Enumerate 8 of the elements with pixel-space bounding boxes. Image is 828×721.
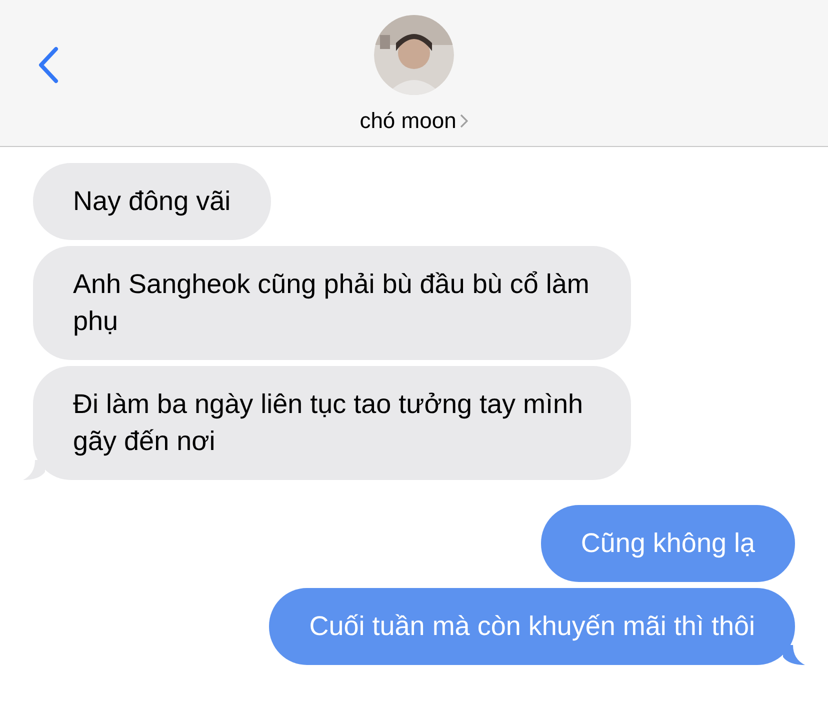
message-bubble: Cuối tuần mà còn khuyến mãi thì thôi xyxy=(269,588,795,665)
contact-name[interactable]: chó moon xyxy=(360,104,456,137)
message-bubble: Nay đông vãi xyxy=(33,163,271,240)
message-bubble: Đi làm ba ngày liên tục tao tưởng tay mình gãy đến nơi xyxy=(33,366,631,480)
back-icon[interactable] xyxy=(36,46,60,84)
chevron-right-icon xyxy=(460,114,468,128)
message-bubble: Anh Sangheok cũng phải bù đầu bù cổ làm phụ xyxy=(33,246,631,360)
message-bubble: Cũng không lạ xyxy=(540,505,795,582)
